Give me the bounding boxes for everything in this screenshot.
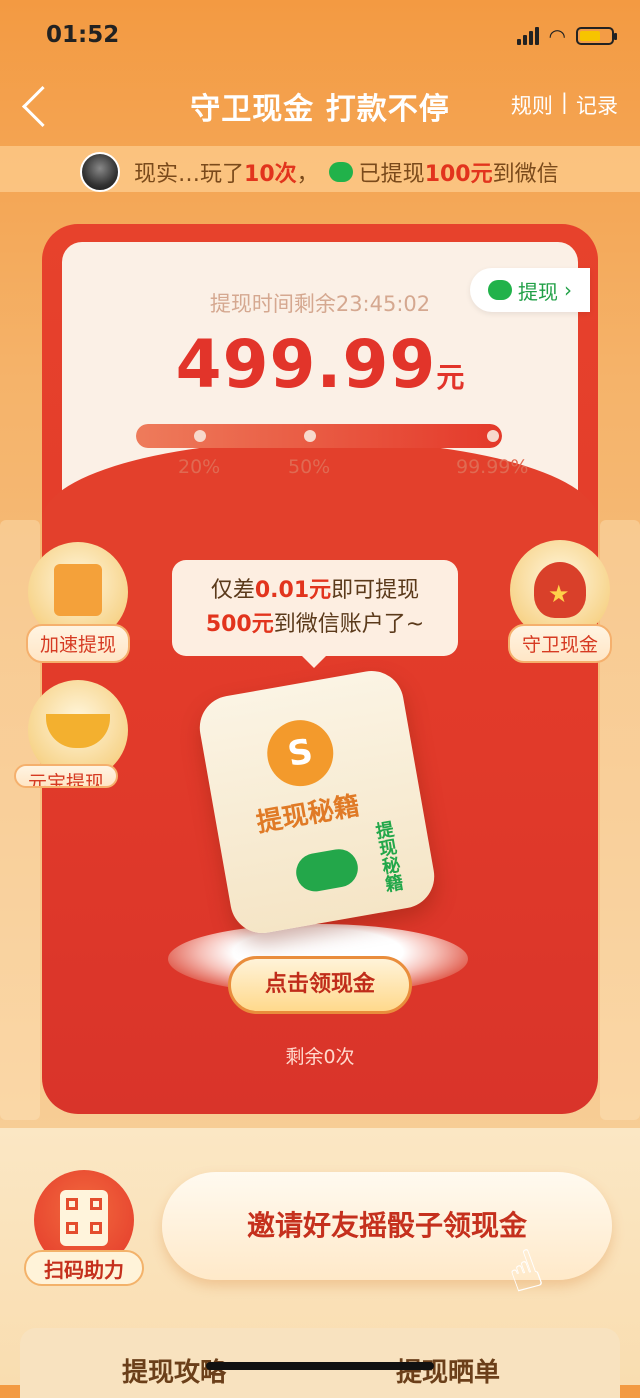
star-icon: ★ — [548, 580, 570, 608]
ticker-count: 10次 — [244, 162, 297, 187]
claim-cash-button[interactable]: 点击领现金 — [228, 956, 412, 1014]
progress-bar — [136, 424, 502, 448]
guard-cash-label[interactable]: 守卫现金 — [508, 624, 613, 663]
tooltip-amount: 500元 — [205, 612, 274, 637]
tab-withdraw-guide[interactable]: 提现攻略 — [122, 1352, 226, 1389]
background-building — [600, 520, 640, 1120]
hint-tooltip: 仅差0.01元即可提现 500元到微信账户了~ — [172, 560, 458, 656]
home-indicator — [206, 1362, 434, 1370]
ticker-withdrawn: 已提现 — [358, 162, 425, 187]
amount-value: 499.99 — [175, 326, 437, 403]
signal-icon — [516, 27, 539, 45]
progress-milestone — [304, 430, 316, 442]
status-time: 01:52 — [46, 22, 120, 48]
dice-side-text: 提现秘籍 — [371, 819, 405, 894]
progress-label: 20% — [178, 456, 221, 478]
envelope-icon — [54, 564, 102, 616]
tooltip-text: 仅差 — [210, 578, 255, 603]
ticker-amount: 100元 — [424, 162, 493, 187]
countdown-value: 23:45:02 — [335, 292, 431, 316]
qr-code-icon — [60, 1190, 108, 1246]
scan-assist-label[interactable]: 扫码助力 — [24, 1250, 144, 1286]
records-link[interactable]: 记录 — [576, 90, 618, 120]
ticker-played: 玩了 — [200, 162, 245, 187]
invite-friends-button[interactable]: 邀请好友摇骰子领现金 — [162, 1172, 612, 1280]
remaining-count: 剩余0次 — [285, 1046, 355, 1068]
speed-withdraw-label[interactable]: 加速提现 — [26, 624, 131, 663]
progress-label: 99.99% — [456, 456, 529, 478]
chevron-right-icon: › — [564, 278, 572, 302]
ticker-user: 现实… — [134, 162, 201, 187]
amount-unit: 元 — [436, 361, 465, 394]
progress-fill — [136, 424, 502, 448]
nav-links: 规则 | 记录 — [511, 90, 618, 120]
ticker-suffix: 到微信 — [492, 162, 559, 187]
activity-ticker: 现实… 玩了 10次 ， 已提现 100元 到微信 — [0, 146, 640, 192]
ticker-comma: ， — [296, 162, 319, 187]
tooltip-line-2: 500元到微信账户了~ — [172, 608, 458, 642]
withdraw-button[interactable]: 提现 › — [470, 268, 590, 312]
wifi-icon: ◠ — [548, 24, 566, 48]
wechat-icon — [488, 280, 512, 300]
tooltip-text: 即可提现 — [331, 578, 420, 603]
ingot-withdraw-label[interactable]: 元宝提现 — [14, 764, 119, 788]
status-icons: ◠ — [516, 24, 617, 48]
tooltip-arrow — [300, 654, 328, 668]
dice-face-text: 提现秘籍 — [254, 790, 362, 839]
countdown-label: 提现时间剩余 — [209, 292, 336, 316]
coin-icon: S — [262, 714, 339, 792]
cash-amount: 499.99元 — [62, 326, 578, 403]
rules-link[interactable]: 规则 — [511, 90, 553, 120]
gold-ingot-icon — [46, 714, 110, 748]
wechat-icon — [328, 162, 353, 182]
tab-withdraw-showcase[interactable]: 提现晒单 — [396, 1352, 500, 1389]
progress-milestone — [194, 430, 206, 442]
avatar — [80, 152, 120, 192]
progress-label: 50% — [288, 456, 331, 478]
battery-icon — [576, 27, 617, 45]
progress-milestone — [487, 430, 499, 442]
dice[interactable]: S 提现秘籍 提现秘籍 — [194, 665, 440, 939]
wechat-icon — [293, 846, 361, 895]
tooltip-amount: 0.01元 — [254, 578, 332, 603]
tooltip-text: 到微信账户了~ — [273, 612, 425, 637]
withdraw-label: 提现 — [518, 279, 558, 304]
tooltip-line-1: 仅差0.01元即可提现 — [172, 574, 458, 608]
nav-separator: | — [560, 90, 568, 114]
